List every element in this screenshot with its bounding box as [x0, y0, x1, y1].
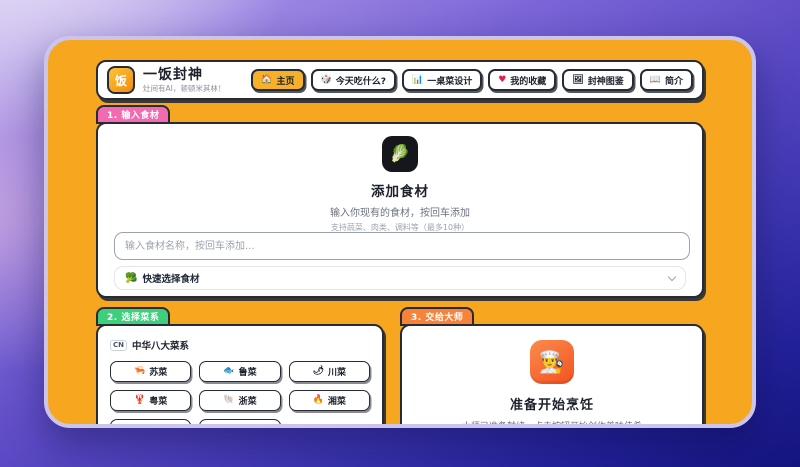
logo-char: 饭: [114, 73, 127, 88]
quick-select-left: 🥦 快速选择食材: [125, 271, 200, 286]
brand-block: 一饭封神 灶间有AI，顿顿米其林！: [143, 67, 225, 94]
cuisine-group-label: CN 中华八大菜系: [110, 338, 382, 352]
panel-input-ingredients: 🥬 添加食材 输入你现有的食材，按回车添加 支持蔬菜、肉类、调料等（最多10种）…: [96, 122, 704, 298]
cuisine-group-name: 中华八大菜系: [132, 341, 190, 352]
cuisine-label: 粤菜: [149, 397, 168, 407]
nav-about-button[interactable]: 📖 简介: [639, 69, 693, 91]
panel-choose-cuisine: CN 中华八大菜系 🦐 苏菜 🐟 鲁菜 🌶 川菜 🦞 粤菜 🐚 浙菜 🔥 湘菜: [96, 324, 384, 428]
app-subtitle: 灶间有AI，顿顿米其林！: [143, 83, 226, 93]
cuisine-button-min[interactable]: 🦀 闽菜: [110, 419, 192, 428]
shell-icon: 🐚: [223, 395, 235, 405]
app-background: 饭 一饭封神 灶间有AI，顿顿米其林！ 🏠 主页 🎲 今天吃什么? 📊 一桌菜设…: [0, 0, 800, 467]
crab-icon: 🦀: [134, 425, 145, 428]
nav-table-design-button[interactable]: 📊 一桌菜设计: [401, 69, 483, 91]
cuisine-label: 徽菜: [239, 423, 257, 424]
app-logo: 饭: [107, 66, 135, 94]
nav-favorites-button[interactable]: ♥ 我的收藏: [488, 69, 557, 91]
panel-give-to-master: 👨‍🍳 准备开始烹饪 大师已准备就绪，点击按钮开始创作美味佳肴 📋 当前配置: [400, 324, 704, 428]
quick-select-toggle[interactable]: 🥦 快速选择食材: [114, 266, 686, 290]
nav-gallery-label: 封神图鉴: [587, 76, 624, 87]
dumpling-icon: 🥟: [223, 425, 234, 428]
cuisine-grid: 🦐 苏菜 🐟 鲁菜 🌶 川菜 🦞 粤菜 🐚 浙菜 🔥 湘菜: [110, 361, 370, 428]
tab-give-to-master: 3. 交给大师: [400, 307, 475, 326]
add-ingredient-title: 添加食材: [371, 184, 429, 200]
tab-input-ingredients: 1. 输入食材: [96, 105, 171, 124]
nav-table-design-label: 一桌菜设计: [427, 76, 473, 87]
leaf-icon: 🥬: [382, 136, 418, 172]
cuisine-button-yue[interactable]: 🦞 粤菜: [110, 390, 192, 411]
lobster-icon: 🦞: [134, 395, 146, 405]
book-icon: 📖: [649, 74, 661, 85]
cuisine-label: 湘菜: [327, 397, 346, 407]
home-icon: 🏠: [261, 74, 273, 85]
cuisine-button-su[interactable]: 🦐 苏菜: [110, 361, 192, 382]
main-card: 饭 一饭封神 灶间有AI，顿顿米其林！ 🏠 主页 🎲 今天吃什么? 📊 一桌菜设…: [44, 36, 756, 428]
broccoli-icon: 🥦: [125, 272, 138, 284]
nav-bar: 🏠 主页 🎲 今天吃什么? 📊 一桌菜设计 ♥ 我的收藏 🖼 封神图鉴 📖 简介: [251, 69, 693, 91]
cuisine-label: 鲁菜: [238, 368, 257, 378]
nav-home-label: 主页: [276, 76, 295, 87]
app-title: 一饭封神: [143, 66, 203, 83]
cuisine-button-xiang[interactable]: 🔥 湘菜: [288, 390, 370, 411]
cuisine-button-chuan[interactable]: 🌶 川菜: [288, 361, 370, 382]
cuisine-label: 闽菜: [149, 423, 167, 424]
cuisine-button-zhe[interactable]: 🐚 浙菜: [199, 390, 281, 411]
cuisine-button-hui[interactable]: 🥟 徽菜: [199, 419, 281, 428]
quick-select-label: 快速选择食材: [142, 274, 200, 285]
nav-what-to-eat-button[interactable]: 🎲 今天吃什么?: [310, 69, 396, 91]
nav-about-label: 简介: [664, 76, 683, 87]
header-bar: 饭 一饭封神 灶间有AI，顿顿米其林！ 🏠 主页 🎲 今天吃什么? 📊 一桌菜设…: [96, 60, 704, 100]
cuisine-label: 苏菜: [149, 368, 168, 378]
fish-icon: 🐟: [223, 366, 235, 376]
chef-icon: 👨‍🍳: [530, 340, 574, 384]
tab-choose-cuisine: 2. 选择菜系: [96, 307, 171, 326]
nav-gallery-button[interactable]: 🖼 封神图鉴: [562, 69, 634, 91]
picture-icon: 🖼: [572, 74, 584, 85]
chef-hero: 👨‍🍳 准备开始烹饪 大师已准备就绪，点击按钮开始创作美味佳肴: [402, 326, 702, 428]
ingredient-input[interactable]: [114, 232, 690, 260]
add-ingredient-subtitle: 输入你现有的食材，按回车添加: [330, 208, 470, 219]
chevron-down-icon: [667, 272, 677, 281]
cuisine-label: 川菜: [328, 368, 347, 378]
nav-home-button[interactable]: 🏠 主页: [251, 69, 305, 91]
nav-favorites-label: 我的收藏: [510, 76, 547, 87]
fire-icon: 🔥: [312, 395, 324, 405]
nav-what-to-eat-label: 今天吃什么?: [335, 76, 386, 87]
cuisine-label: 浙菜: [238, 397, 257, 407]
dice-icon: 🎲: [320, 74, 332, 85]
cn-flag-badge: CN: [110, 339, 127, 351]
heart-icon: ♥: [498, 74, 507, 85]
cuisine-button-lu[interactable]: 🐟 鲁菜: [199, 361, 281, 382]
cooking-ready-subtitle: 大师已准备就绪，点击按钮开始创作美味佳肴: [461, 422, 642, 428]
chart-icon: 📊: [411, 74, 424, 85]
add-ingredient-hero: 🥬 添加食材 输入你现有的食材，按回车添加 支持蔬菜、肉类、调料等（最多10种）: [98, 124, 702, 233]
shrimp-icon: 🦐: [134, 366, 146, 376]
chili-icon: 🌶: [312, 366, 325, 376]
cooking-ready-title: 准备开始烹饪: [509, 398, 594, 413]
